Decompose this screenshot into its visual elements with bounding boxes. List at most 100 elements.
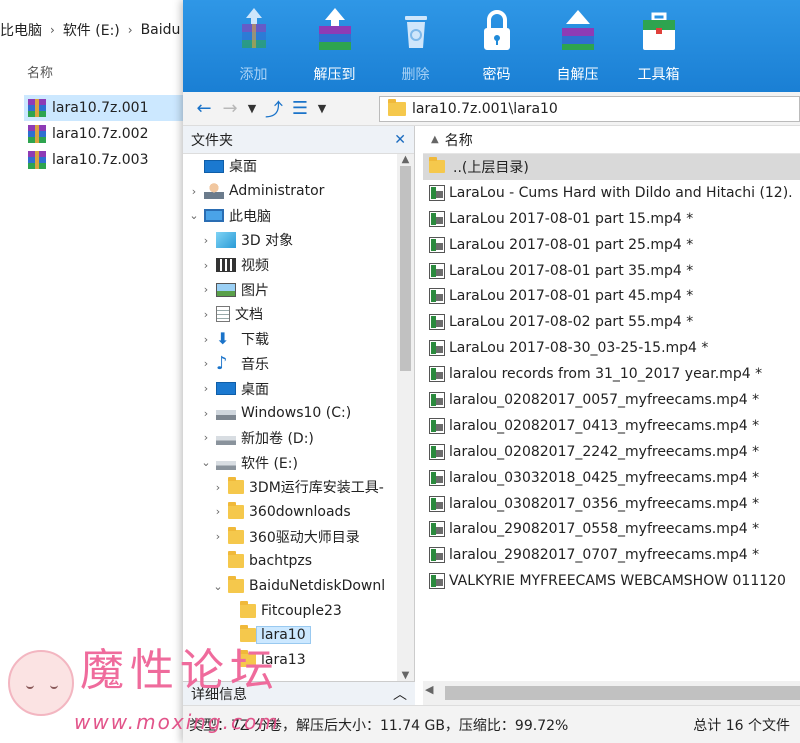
- video-file-icon: [429, 262, 445, 279]
- folder-icon: [240, 650, 256, 668]
- chevron-right-icon[interactable]: ›: [199, 431, 213, 444]
- history-dropdown-icon[interactable]: ▼: [243, 102, 261, 115]
- chevron-right-icon[interactable]: ›: [211, 505, 225, 518]
- list-item[interactable]: LaraLou 2017-08-30_03-25-15.mp4 *: [423, 335, 800, 361]
- tree-node[interactable]: ⌄ 此电脑: [183, 203, 397, 228]
- add-button[interactable]: 添加: [213, 0, 294, 92]
- forward-arrow-icon[interactable]: →: [217, 98, 243, 119]
- tree-node[interactable]: bachtpzs: [183, 549, 397, 574]
- pictures-folder-icon: [216, 282, 236, 297]
- scrollbar-thumb[interactable]: [445, 686, 800, 700]
- tree-node[interactable]: › 360downloads: [183, 500, 397, 525]
- tree-node[interactable]: › 3D 对象: [183, 228, 397, 253]
- password-button[interactable]: 密码: [456, 0, 537, 92]
- chevron-right-icon[interactable]: ›: [199, 234, 213, 247]
- chevron-right-icon[interactable]: ›: [211, 530, 225, 543]
- self-extract-button[interactable]: 自解压: [537, 0, 618, 92]
- tree-node[interactable]: › 360驱动大师目录: [183, 524, 397, 549]
- list-item[interactable]: lara10.7z.002: [24, 121, 183, 147]
- breadcrumb-item[interactable]: 软件 (E:): [63, 20, 120, 40]
- list-item[interactable]: ..(上层目录): [423, 154, 800, 180]
- scroll-up-icon[interactable]: ▲: [397, 154, 414, 165]
- background-explorer-window: 比电脑 › 软件 (E:) › Baidu 名称 lara10.7z.001 l…: [0, 0, 183, 743]
- tree-node[interactable]: lara13: [183, 648, 397, 673]
- tree-node[interactable]: › ⬇ 下载: [183, 327, 397, 352]
- video-file-icon: [429, 366, 445, 383]
- list-item[interactable]: LaraLou - Cums Hard with Dildo and Hitac…: [423, 180, 800, 206]
- chevron-right-icon[interactable]: ›: [211, 481, 225, 494]
- back-arrow-icon[interactable]: ←: [191, 98, 217, 119]
- breadcrumb-item[interactable]: Baidu: [141, 22, 181, 38]
- tree-node[interactable]: › 文档: [183, 302, 397, 327]
- tree-node[interactable]: › 新加卷 (D:): [183, 426, 397, 451]
- tree-node[interactable]: 桌面: [183, 154, 397, 179]
- list-item[interactable]: laralou_02082017_0057_myfreecams.mp4 *: [423, 387, 800, 413]
- chevron-down-icon[interactable]: ⌄: [187, 209, 201, 222]
- file-rows: ..(上层目录) LaraLou - Cums Hard with Dildo a…: [423, 154, 800, 594]
- list-item[interactable]: laralou_02082017_2242_myfreecams.mp4 *: [423, 439, 800, 465]
- list-item[interactable]: lara10.7z.001: [24, 95, 183, 121]
- chevron-right-icon[interactable]: ›: [199, 308, 213, 321]
- view-dropdown-icon[interactable]: ▼: [313, 102, 331, 115]
- video-file-icon: [429, 495, 445, 512]
- tree-node[interactable]: › Windows10 (C:): [183, 401, 397, 426]
- close-icon[interactable]: ✕: [394, 132, 406, 148]
- address-field[interactable]: lara10.7z.001\lara10: [379, 96, 800, 122]
- list-item[interactable]: laralou_02082017_0413_myfreecams.mp4 *: [423, 413, 800, 439]
- scrollbar-thumb[interactable]: [400, 166, 411, 371]
- horizontal-scrollbar[interactable]: ◀: [423, 681, 800, 705]
- file-name: laralou_02082017_0413_myfreecams.mp4 *: [449, 417, 760, 434]
- tree-node[interactable]: Fitcouple23: [183, 598, 397, 623]
- chevron-right-icon[interactable]: ›: [199, 259, 213, 272]
- list-item[interactable]: laralou_29082017_0707_myfreecams.mp4 *: [423, 542, 800, 568]
- list-item[interactable]: laralou_29082017_0558_myfreecams.mp4 *: [423, 516, 800, 542]
- tree-node[interactable]: › 3DM运行库安装工具-: [183, 475, 397, 500]
- delete-button[interactable]: 删除: [375, 0, 456, 92]
- list-item[interactable]: laralou_03082017_0356_myfreecams.mp4 *: [423, 491, 800, 517]
- tree-node[interactable]: › 桌面: [183, 376, 397, 401]
- tree-node[interactable]: › ♪ 音乐: [183, 352, 397, 377]
- up-folder-icon[interactable]: ⤴: [261, 96, 287, 122]
- vertical-scrollbar[interactable]: ▲ ▼: [397, 154, 414, 681]
- list-item[interactable]: LaraLou 2017-08-01 part 35.mp4 *: [423, 258, 800, 284]
- tree-node[interactable]: › Administrator: [183, 179, 397, 204]
- list-item[interactable]: LaraLou 2017-08-01 part 15.mp4 *: [423, 206, 800, 232]
- video-file-icon: [429, 469, 445, 486]
- scroll-down-icon[interactable]: ▼: [397, 670, 414, 681]
- details-toggle[interactable]: 详细信息 ︿: [183, 681, 415, 705]
- chevron-right-icon[interactable]: ›: [199, 407, 213, 420]
- breadcrumb-item[interactable]: 比电脑: [0, 20, 42, 40]
- tree-node-label: Fitcouple23: [261, 602, 342, 619]
- name-column-header[interactable]: ▲ 名称: [423, 126, 800, 154]
- tree-node[interactable]: › 图片: [183, 277, 397, 302]
- chevron-right-icon[interactable]: ›: [199, 333, 213, 346]
- extract-to-button[interactable]: 解压到: [294, 0, 375, 92]
- file-count: 总计 16 个文件: [693, 717, 790, 734]
- tree-node[interactable]: lara10: [183, 623, 397, 648]
- chevron-right-icon[interactable]: ›: [187, 185, 201, 198]
- list-item[interactable]: laralou records from 31_10_2017 year.mp4…: [423, 361, 800, 387]
- toolbar: 添加 解压到 删除 密码 自解压 工具箱: [183, 0, 800, 92]
- scroll-left-icon[interactable]: ◀: [425, 683, 433, 696]
- tree-node[interactable]: ⌄ BaiduNetdiskDownl: [183, 574, 397, 599]
- chevron-right-icon[interactable]: ›: [199, 283, 213, 296]
- tree-node-label: 图片: [241, 282, 269, 299]
- chevron-right-icon[interactable]: ›: [199, 357, 213, 370]
- view-list-icon[interactable]: ☰: [287, 98, 313, 119]
- chevron-down-icon[interactable]: ⌄: [211, 580, 225, 593]
- list-item[interactable]: lara10.7z.003: [24, 147, 183, 173]
- list-item[interactable]: laralou_03032018_0425_myfreecams.mp4 *: [423, 465, 800, 491]
- chevron-right-icon[interactable]: ›: [199, 382, 213, 395]
- video-file-icon: [429, 340, 445, 357]
- list-item[interactable]: LaraLou 2017-08-01 part 45.mp4 *: [423, 283, 800, 309]
- tree-node-label: 桌面: [229, 159, 257, 176]
- list-item[interactable]: VALKYRIE MYFREECAMS WEBCAMSHOW 011120: [423, 568, 800, 594]
- tree-node[interactable]: ⌄ 软件 (E:): [183, 450, 397, 475]
- tree-node[interactable]: › 视频: [183, 253, 397, 278]
- list-item[interactable]: LaraLou 2017-08-01 part 25.mp4 *: [423, 232, 800, 258]
- toolbox-button[interactable]: 工具箱: [618, 0, 699, 92]
- name-column-header[interactable]: 名称: [27, 62, 53, 81]
- tree-node-label: Administrator: [229, 183, 325, 200]
- list-item[interactable]: LaraLou 2017-08-02 part 55.mp4 *: [423, 309, 800, 335]
- chevron-down-icon[interactable]: ⌄: [199, 456, 213, 469]
